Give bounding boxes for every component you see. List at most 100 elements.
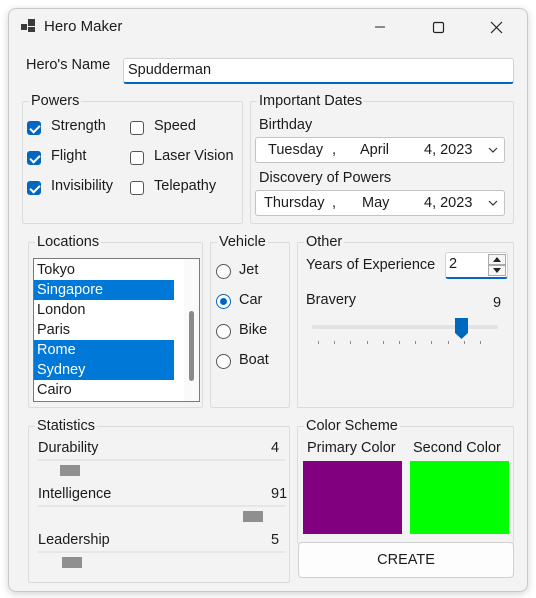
birthday-day-year: 4, 2023 [424, 142, 473, 158]
discovery-label: Discovery of Powers [259, 170, 392, 186]
list-item[interactable]: Cairo [34, 380, 174, 400]
slider-tick [366, 341, 368, 344]
leadership-thumb[interactable] [62, 557, 82, 568]
caret-up-icon [493, 257, 501, 262]
second-color-swatch[interactable] [410, 461, 509, 534]
title-bar[interactable]: Hero Maker [9, 9, 527, 45]
close-button[interactable] [467, 9, 525, 45]
slider-tick [415, 341, 417, 344]
telepathy-checkbox[interactable] [130, 181, 144, 195]
primary-color-swatch[interactable] [303, 461, 402, 534]
slider-tick [334, 341, 336, 344]
speed-checkbox[interactable] [130, 121, 144, 135]
slider-thumb-shape [455, 318, 469, 339]
vehicle-title: Vehicle [219, 234, 266, 250]
hero-name-input[interactable]: Spudderman [123, 58, 514, 84]
jet-radio[interactable] [216, 264, 231, 279]
durability-value: 4 [271, 440, 280, 456]
slider-tick [463, 341, 465, 344]
slider-tick [399, 341, 400, 344]
slider-tick [382, 341, 384, 344]
list-item[interactable]: Tokyo [34, 260, 174, 280]
caret-down-icon [493, 268, 501, 273]
app-icon [21, 19, 35, 33]
laser-vision-checkbox[interactable] [130, 151, 144, 165]
stepper-up-button[interactable] [488, 254, 506, 265]
birthday-month: April [360, 142, 390, 158]
slider-tick [431, 341, 433, 344]
leadership-trackbar[interactable] [38, 551, 285, 553]
slider-thumb[interactable] [455, 318, 469, 340]
bravery-slider[interactable] [312, 318, 498, 339]
primary-color-label: Primary Color [307, 440, 396, 456]
birthday-date-picker[interactable]: Tuesday , April 4, 2023 [255, 137, 505, 163]
invisibility-label: Invisibility [51, 178, 114, 194]
minimize-button[interactable] [351, 9, 409, 45]
maximize-icon [432, 21, 444, 33]
birthday-label: Birthday [259, 117, 313, 133]
speed-label: Speed [154, 118, 196, 134]
discovery-date-picker[interactable]: Thursday , May 4, 2023 [255, 190, 505, 216]
slider-tick [318, 341, 319, 344]
minimize-icon [375, 26, 385, 28]
chevron-down-icon[interactable] [488, 145, 498, 155]
list-item[interactable]: London [34, 300, 174, 320]
scrollbar-thumb[interactable] [189, 311, 194, 381]
locations-listbox[interactable]: Tokyo Singapore London Paris Rome Sydney Cairo [33, 258, 200, 402]
slider-ticks [318, 341, 488, 345]
list-item[interactable]: Singapore [34, 280, 174, 300]
durability-thumb[interactable] [60, 465, 80, 476]
discovery-day-year: 4, 2023 [424, 195, 473, 211]
hero-maker-window: Hero Maker Hero's Name Spudderman Powers… [8, 8, 528, 592]
laser-vision-label: Laser Vision [154, 148, 234, 164]
window-title: Hero Maker [44, 18, 123, 35]
intelligence-thumb[interactable] [243, 511, 263, 522]
important-dates-title: Important Dates [259, 93, 363, 109]
flight-checkbox[interactable] [27, 151, 41, 165]
create-button[interactable]: CREATE [298, 542, 514, 578]
boat-label: Boat [239, 352, 269, 368]
bike-label: Bike [239, 322, 268, 338]
leadership-value: 5 [271, 532, 280, 548]
chevron-down-icon[interactable] [488, 198, 498, 208]
intelligence-label: Intelligence [38, 486, 112, 502]
birthday-weekday: Tuesday [268, 142, 324, 158]
telepathy-label: Telepathy [154, 178, 217, 194]
powers-title: Powers [31, 93, 80, 109]
intelligence-trackbar[interactable] [38, 505, 285, 507]
list-item[interactable]: Paris [34, 320, 174, 340]
hero-name-label: Hero's Name [26, 57, 111, 73]
stepper-down-button[interactable] [488, 265, 506, 276]
car-label: Car [239, 292, 263, 308]
slider-track [312, 325, 498, 329]
years-of-experience-value: 2 [449, 256, 458, 272]
slider-tick [480, 341, 481, 344]
years-of-experience-label: Years of Experience [306, 257, 436, 273]
leadership-label: Leadership [38, 532, 110, 548]
discovery-weekday: Thursday [264, 195, 325, 211]
years-of-experience-stepper[interactable]: 2 [445, 252, 508, 279]
jet-label: Jet [239, 262, 259, 278]
boat-radio[interactable] [216, 354, 231, 369]
slider-tick [447, 341, 449, 344]
locations-scrollbar[interactable] [184, 259, 199, 401]
birthday-comma: , [332, 142, 337, 158]
other-title: Other [306, 234, 343, 250]
durability-trackbar[interactable] [38, 459, 285, 461]
discovery-comma: , [332, 195, 337, 211]
bravery-label: Bravery [306, 292, 356, 308]
strength-checkbox[interactable] [27, 121, 41, 135]
vehicle-group: Vehicle [210, 234, 290, 408]
durability-label: Durability [38, 440, 99, 456]
maximize-button[interactable] [409, 9, 467, 45]
intelligence-value: 91 [271, 486, 288, 502]
invisibility-checkbox[interactable] [27, 181, 41, 195]
bike-radio[interactable] [216, 324, 231, 339]
locations-title: Locations [37, 234, 100, 250]
discovery-month: May [362, 195, 390, 211]
flight-label: Flight [51, 148, 87, 164]
list-item[interactable]: Rome [34, 340, 174, 360]
list-item[interactable]: Sydney [34, 360, 174, 380]
car-radio[interactable] [216, 294, 231, 309]
close-icon [490, 21, 502, 33]
